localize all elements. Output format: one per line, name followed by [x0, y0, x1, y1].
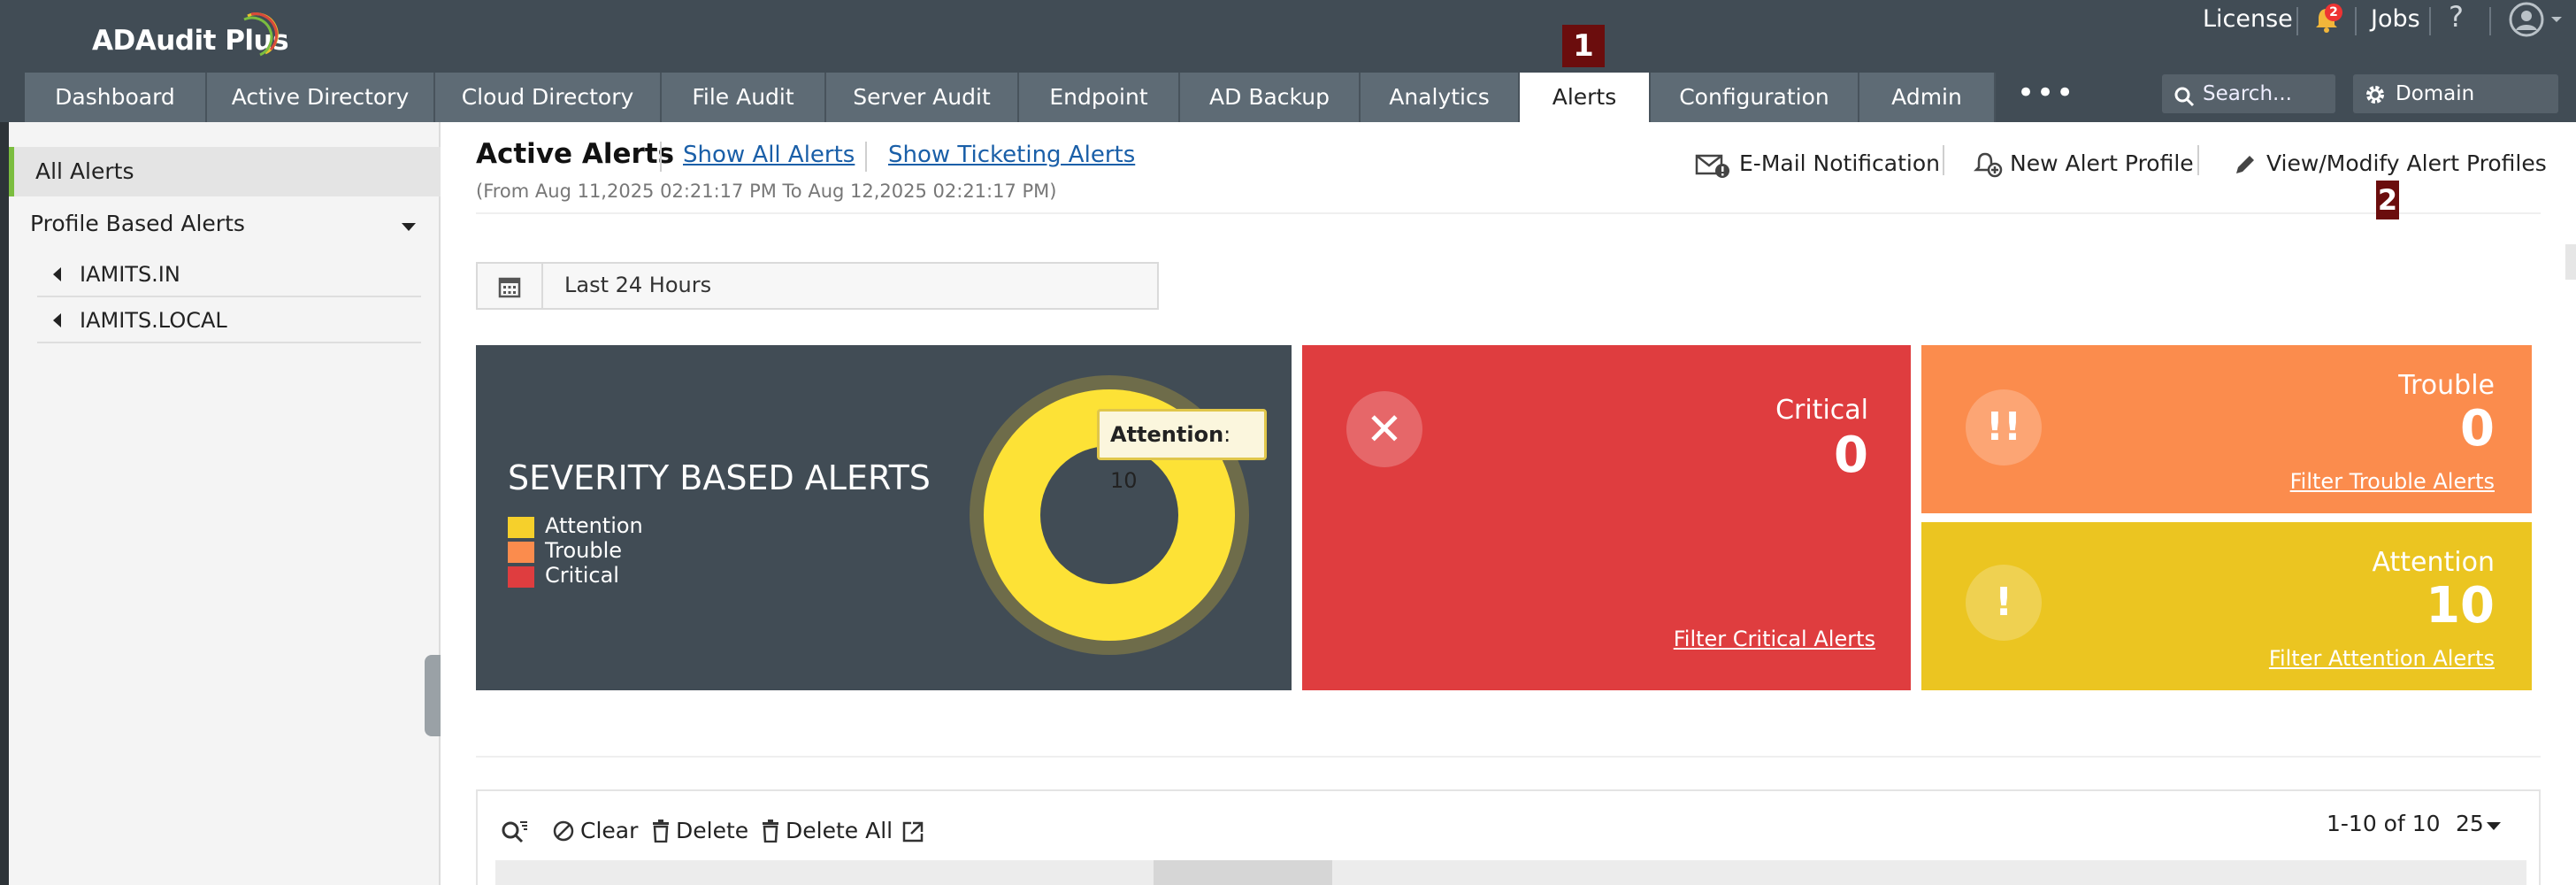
top-separator: [2489, 7, 2491, 35]
critical-label: Critical: [1775, 395, 1868, 426]
trash-icon[interactable]: [651, 820, 671, 843]
caret-left-icon[interactable]: [51, 266, 62, 282]
exclamation-icon: !: [1966, 565, 2042, 641]
tab-file-audit[interactable]: File Audit: [662, 73, 826, 122]
clear-button[interactable]: Clear: [580, 818, 638, 843]
view-modify-alert-profiles-button[interactable]: View/Modify Alert Profiles: [2266, 150, 2547, 176]
top-separator: [2355, 7, 2357, 35]
delete-all-button[interactable]: Delete All: [786, 818, 893, 843]
chart-tooltip: Attention: 10: [1097, 409, 1267, 493]
section-divider: [476, 756, 2541, 758]
page-size-select[interactable]: 25: [2456, 811, 2484, 836]
sidebar-item-all-alerts[interactable]: All Alerts: [9, 147, 441, 196]
header-separator: [865, 142, 867, 172]
top-separator: [2429, 7, 2431, 35]
notification-count-badge: 2: [2325, 4, 2342, 21]
header-separator: [1943, 145, 1944, 175]
tab-alerts[interactable]: Alerts: [1520, 73, 1651, 122]
sidebar-domain-iamits-local[interactable]: IAMITS.LOCAL: [37, 297, 421, 343]
more-tabs-button[interactable]: •••: [2017, 73, 2074, 122]
sidebar-item-profile-based-alerts[interactable]: Profile Based Alerts: [30, 211, 245, 236]
callout-marker-2: 2: [2376, 181, 2399, 219]
tab-dashboard[interactable]: Dashboard: [25, 73, 207, 122]
delete-button[interactable]: Delete: [676, 818, 748, 843]
user-avatar-icon[interactable]: [2509, 2, 2544, 37]
legend-label-trouble[interactable]: Trouble: [545, 538, 622, 563]
donut-hole: [1040, 446, 1178, 584]
header-separator: [2197, 145, 2199, 175]
legend-swatch-trouble: [508, 542, 534, 563]
filter-trouble-alerts-link[interactable]: Filter Trouble Alerts: [2123, 469, 2495, 494]
trouble-label: Trouble: [2398, 370, 2495, 401]
clear-icon[interactable]: [552, 820, 575, 843]
callout-marker-1: 1: [1562, 25, 1605, 67]
table-header-row: [495, 860, 2526, 885]
email-notification-button[interactable]: E-Mail Notification: [1739, 150, 1940, 176]
tab-admin[interactable]: Admin: [1859, 73, 1996, 122]
help-icon[interactable]: ?: [2449, 0, 2464, 34]
filter-attention-alerts-link[interactable]: Filter Attention Alerts: [2123, 646, 2495, 671]
legend-swatch-attention: [508, 517, 534, 538]
legend-label-attention[interactable]: Attention: [545, 513, 643, 538]
double-exclamation-icon: !!: [1966, 389, 2042, 466]
legend-label-critical[interactable]: Critical: [545, 563, 619, 588]
new-alert-profile-button[interactable]: New Alert Profile: [2010, 150, 2194, 176]
search-filter-icon[interactable]: [499, 818, 529, 846]
filter-critical-alerts-link[interactable]: Filter Critical Alerts: [1504, 627, 1875, 651]
page-title: Active Alerts: [476, 138, 675, 170]
legend-swatch-critical: [508, 566, 534, 588]
header-separator: [660, 142, 662, 172]
export-icon[interactable]: [901, 820, 925, 844]
severity-title: SEVERITY BASED ALERTS: [508, 458, 931, 497]
top-separator: [2296, 7, 2298, 35]
tab-endpoint[interactable]: Endpoint: [1019, 73, 1180, 122]
header-divider: [476, 212, 2541, 214]
chevron-down-icon[interactable]: [2548, 11, 2565, 28]
calendar-icon: [498, 277, 521, 298]
pencil-icon[interactable]: [2233, 152, 2258, 177]
pagination-range: 1-10 of 10: [2327, 811, 2441, 836]
left-edge-strip: [0, 122, 9, 885]
close-icon: ✕: [1346, 391, 1422, 467]
tab-analytics[interactable]: Analytics: [1361, 73, 1520, 122]
search-icon: [2174, 87, 2195, 107]
trouble-count: 0: [2460, 400, 2495, 458]
chevron-down-icon[interactable]: [2486, 821, 2502, 832]
date-range-text: (From Aug 11,2025 02:21:17 PM To Aug 12,…: [476, 181, 1057, 202]
table-header-sorted-column[interactable]: [1154, 860, 1332, 885]
jobs-link[interactable]: Jobs: [2371, 5, 2420, 33]
license-link[interactable]: License: [2203, 5, 2293, 33]
tab-configuration[interactable]: Configuration: [1651, 73, 1859, 122]
caret-left-icon[interactable]: [51, 312, 62, 328]
scrollbar-thumb[interactable]: [2565, 244, 2576, 280]
tab-ad-backup[interactable]: AD Backup: [1180, 73, 1361, 122]
sidebar-collapse-handle[interactable]: [425, 655, 441, 736]
tab-cloud-directory[interactable]: Cloud Directory: [435, 73, 662, 122]
trash-icon[interactable]: [761, 820, 780, 843]
gear-icon: [2366, 86, 2384, 104]
tab-server-audit[interactable]: Server Audit: [826, 73, 1019, 122]
attention-count: 10: [2426, 577, 2495, 635]
show-all-alerts-link[interactable]: Show All Alerts: [683, 142, 855, 168]
sidebar-domain-iamits-in[interactable]: IAMITS.IN: [37, 251, 421, 297]
email-notification-icon[interactable]: [1695, 152, 1730, 179]
tab-active-directory[interactable]: Active Directory: [207, 73, 435, 122]
logo-arc-icon: [243, 12, 279, 57]
sidebar: [9, 122, 441, 885]
tooltip-label: Attention: [1110, 422, 1224, 447]
period-value: Last 24 Hours: [564, 273, 712, 297]
chevron-down-icon[interactable]: [400, 221, 418, 234]
critical-count: 0: [1834, 427, 1868, 484]
new-alert-bell-icon[interactable]: [1973, 150, 2003, 179]
show-ticketing-alerts-link[interactable]: Show Ticketing Alerts: [888, 142, 1135, 168]
attention-label: Attention: [2372, 547, 2495, 578]
